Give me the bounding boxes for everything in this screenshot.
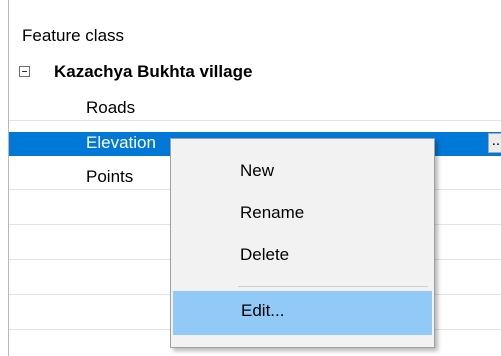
tree-group-row[interactable]: Kazachya Bukhta village: [9, 61, 501, 84]
column-header-feature-class: Feature class: [22, 26, 125, 45]
ellipsis-button[interactable]: ...: [488, 133, 501, 153]
menu-item-delete[interactable]: Delete: [173, 235, 432, 279]
tree-item-roads[interactable]: Roads: [9, 97, 501, 121]
menu-separator: [238, 286, 428, 287]
menu-item-new[interactable]: New: [173, 151, 432, 195]
menu-item-label: Delete: [240, 245, 290, 264]
menu-item-edit[interactable]: Edit...: [173, 291, 432, 335]
tree-item-label: Elevation: [86, 133, 156, 152]
menu-item-label: New: [240, 161, 275, 180]
feature-class-panel: Feature class Kazachya Bukhta village Ro…: [0, 0, 501, 356]
tree-item-label: Roads: [86, 98, 136, 117]
collapse-icon[interactable]: [19, 66, 30, 77]
menu-item-label: Edit...: [241, 301, 285, 320]
menu-item-rename[interactable]: Rename: [173, 193, 432, 237]
tree-item-label: Points: [86, 167, 134, 186]
context-menu: New Rename Delete Edit...: [170, 138, 435, 348]
menu-item-label: Rename: [240, 203, 305, 222]
tree-group-label: Kazachya Bukhta village: [54, 62, 253, 81]
